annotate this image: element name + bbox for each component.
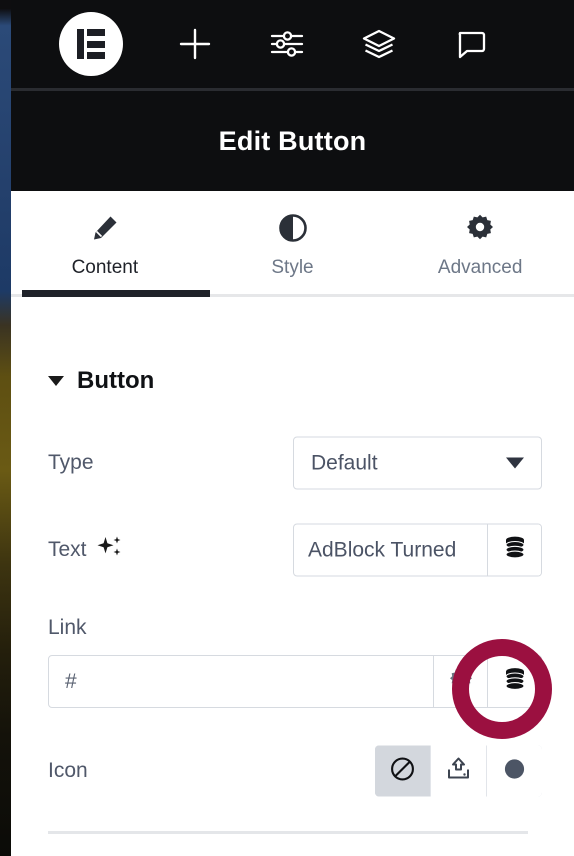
section-button-title: Button — [77, 367, 155, 394]
link-input-wrap: # — [48, 655, 542, 708]
panel-tabs: Content Style Advanced — [11, 191, 574, 301]
comment-icon — [455, 28, 487, 60]
tab-content-label: Content — [71, 257, 139, 278]
add-element-button[interactable] — [169, 18, 221, 70]
elementor-editor-panel: Edit Button Content Style Advanced Butto… — [0, 0, 574, 856]
icon-library-button[interactable] — [486, 745, 542, 797]
type-label: Type — [48, 451, 94, 474]
icon-choice-group — [375, 745, 542, 797]
editor-toolbar — [11, 0, 574, 88]
page-edge-strip — [0, 0, 11, 856]
text-label-text: Text — [48, 538, 87, 561]
database-icon — [504, 667, 526, 696]
elementor-logo-icon — [77, 29, 105, 59]
gear-icon — [466, 213, 494, 243]
sliders-icon — [270, 29, 304, 59]
text-input[interactable]: AdBlock Turned — [294, 525, 487, 576]
icon-label: Icon — [48, 759, 88, 782]
navigator-button[interactable] — [353, 18, 405, 70]
contrast-icon — [278, 213, 307, 243]
page-title: Edit Button — [218, 125, 367, 156]
filled-circle-icon — [502, 756, 527, 786]
icon-none-button[interactable] — [375, 745, 430, 797]
section-button-toggle[interactable]: Button — [48, 367, 574, 395]
field-row-text: Text AdBlock Turned — [48, 523, 542, 577]
upload-icon — [445, 756, 472, 786]
link-label: Link — [48, 616, 87, 639]
tab-advanced-label: Advanced — [437, 257, 523, 278]
type-select[interactable]: Default — [293, 436, 542, 490]
field-row-icon: Icon — [48, 745, 542, 797]
panel-header: Edit Button — [11, 91, 574, 191]
pencil-icon — [91, 213, 119, 243]
section-bottom-divider — [48, 831, 528, 834]
link-input[interactable]: # — [49, 656, 433, 707]
tab-advanced[interactable]: Advanced — [386, 191, 574, 301]
active-tab-indicator — [22, 290, 210, 297]
text-input-wrap: AdBlock Turned — [293, 523, 542, 577]
tab-style-label: Style — [271, 257, 314, 278]
link-dynamic-tags-button[interactable] — [487, 656, 541, 707]
layers-icon — [361, 28, 397, 60]
gear-icon — [449, 667, 473, 696]
tab-content[interactable]: Content — [11, 191, 199, 301]
type-select-value: Default — [311, 451, 378, 474]
sparkle-icon[interactable] — [97, 535, 123, 565]
elementor-logo-button[interactable] — [59, 12, 123, 76]
panel-body: Button Type Default Text AdBlock Turned … — [11, 301, 574, 856]
text-dynamic-tags-button[interactable] — [487, 524, 541, 576]
site-settings-button[interactable] — [261, 18, 313, 70]
field-row-type: Type Default — [48, 436, 542, 490]
chevron-down-icon — [48, 376, 64, 386]
text-label: Text — [48, 535, 123, 565]
icon-upload-svg-button[interactable] — [430, 745, 486, 797]
database-icon — [504, 536, 526, 565]
circle-slash-icon — [390, 756, 415, 786]
comments-button[interactable] — [445, 18, 497, 70]
chevron-down-icon — [506, 457, 524, 469]
link-options-button[interactable] — [433, 656, 487, 707]
tab-style[interactable]: Style — [199, 191, 387, 301]
plus-icon — [178, 27, 212, 61]
